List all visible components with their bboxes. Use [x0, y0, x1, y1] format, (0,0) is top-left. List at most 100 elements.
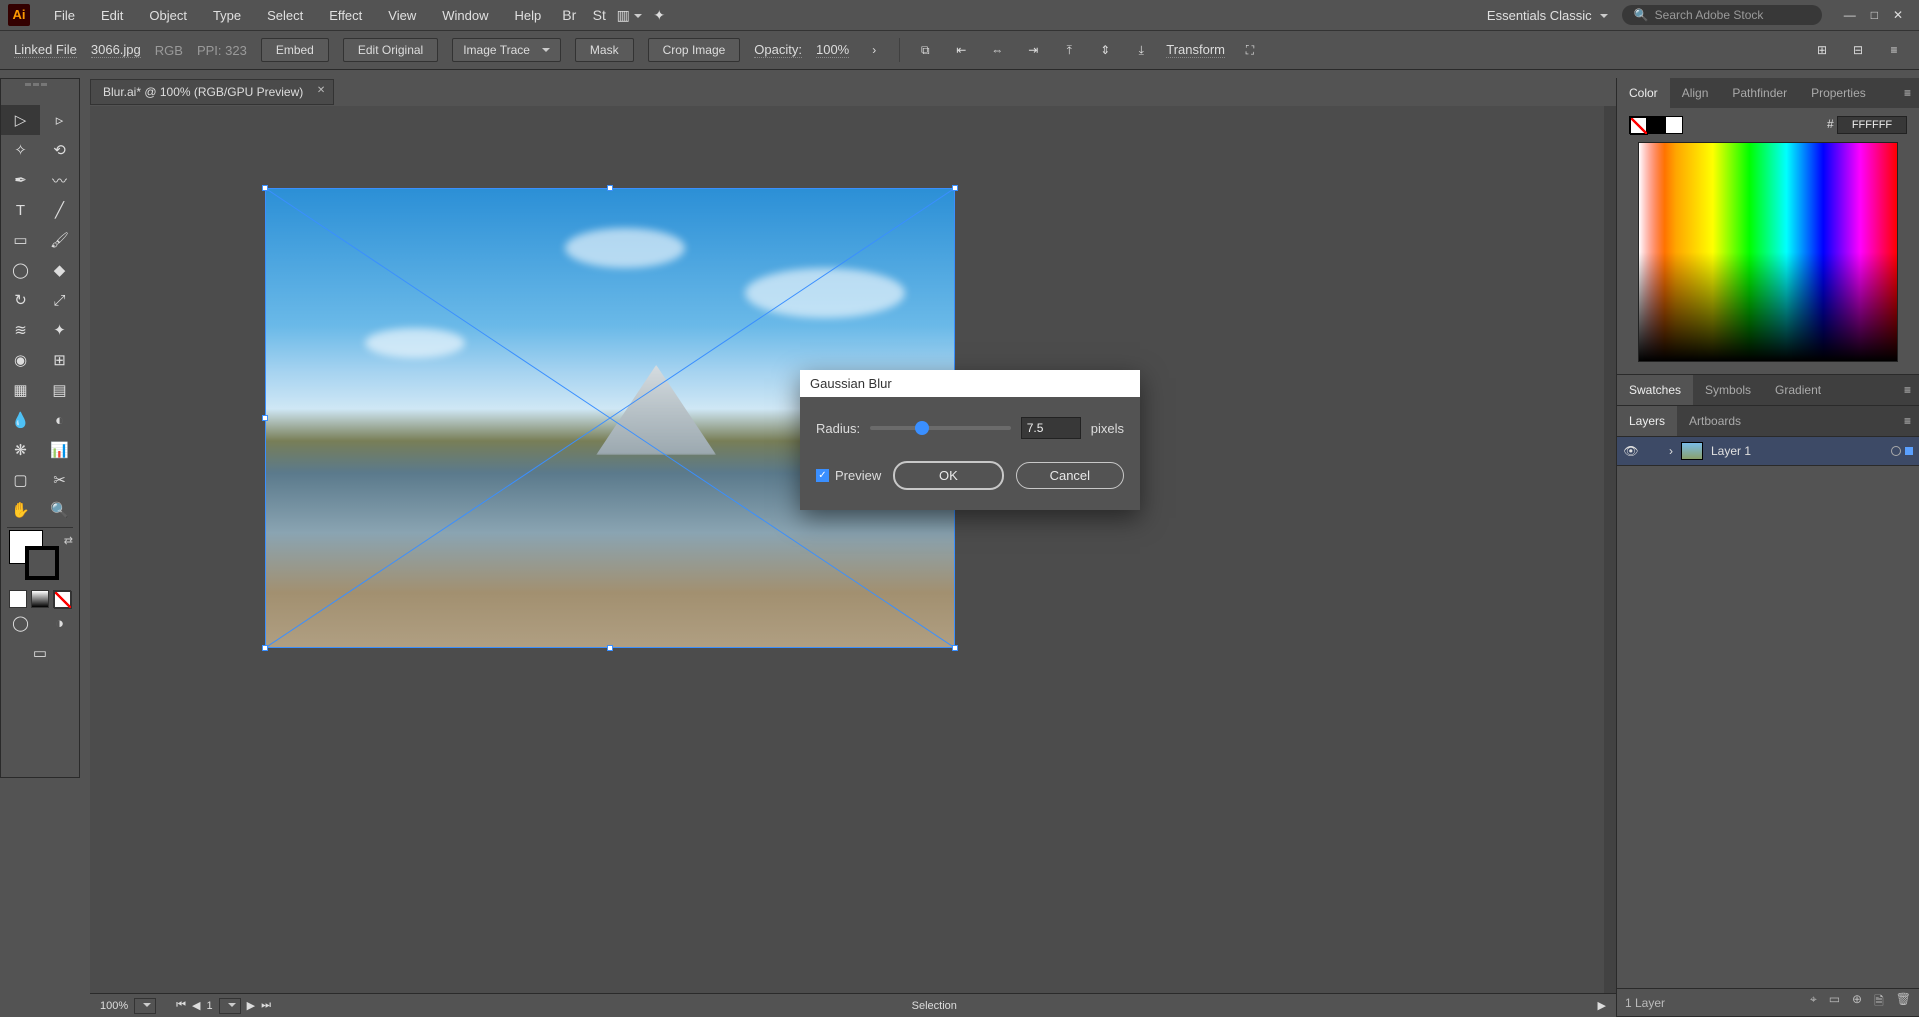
linked-filename[interactable]: 3066.jpg: [91, 42, 141, 58]
color-spectrum[interactable]: [1638, 142, 1898, 362]
menu-window[interactable]: Window: [430, 4, 500, 27]
status-play-icon[interactable]: ▶: [1598, 999, 1606, 1012]
radius-slider[interactable]: [870, 426, 1011, 430]
artboard-last-icon[interactable]: ⏭: [261, 999, 271, 1012]
panel-menu-icon[interactable]: ≡: [1896, 414, 1919, 428]
layer-name[interactable]: Layer 1: [1711, 444, 1751, 458]
free-transform-tool[interactable]: ✦: [40, 315, 79, 345]
toolbar-grip[interactable]: [25, 83, 55, 87]
slice-tool[interactable]: ✂: [40, 465, 79, 495]
hand-tool[interactable]: ✋: [1, 495, 40, 525]
arrange-docs-icon[interactable]: ▥: [619, 5, 639, 25]
lasso-tool[interactable]: ⟲: [40, 135, 79, 165]
isolate-icon[interactable]: ⛶: [1239, 39, 1261, 61]
bridge-icon[interactable]: Br: [559, 5, 579, 25]
delete-layer-icon[interactable]: 🗑: [1896, 992, 1911, 1013]
stock-icon[interactable]: St: [589, 5, 609, 25]
paintbrush-tool[interactable]: 🖌: [40, 225, 79, 255]
ok-button[interactable]: OK: [893, 461, 1003, 490]
hex-input[interactable]: [1837, 116, 1907, 134]
align-right-icon[interactable]: ⇥: [1022, 39, 1044, 61]
canvas-area[interactable]: [90, 106, 1616, 993]
tab-swatches[interactable]: Swatches: [1617, 375, 1693, 405]
artboard-tool[interactable]: ▢: [1, 465, 40, 495]
align-top-icon[interactable]: ⤒: [1058, 39, 1080, 61]
align-bottom-icon[interactable]: ⤓: [1130, 39, 1152, 61]
menu-help[interactable]: Help: [502, 4, 553, 27]
artboard-prev-icon[interactable]: ◀: [192, 999, 200, 1012]
artboard-number[interactable]: 1: [207, 1000, 213, 1012]
edit-original-button[interactable]: Edit Original: [343, 38, 438, 62]
make-clipping-icon[interactable]: ▭: [1829, 992, 1840, 1013]
artboard-first-icon[interactable]: ⏮: [176, 999, 186, 1012]
disclosure-icon[interactable]: ›: [1669, 444, 1673, 458]
menu-view[interactable]: View: [376, 4, 428, 27]
gradient-tool[interactable]: ▤: [40, 375, 79, 405]
menu-edit[interactable]: Edit: [89, 4, 135, 27]
selection-tool[interactable]: ▷: [1, 105, 40, 135]
cancel-button[interactable]: Cancel: [1016, 462, 1124, 489]
menu-file[interactable]: File: [42, 4, 87, 27]
draw-behind-icon[interactable]: ◑: [40, 608, 79, 638]
zoom-dropdown[interactable]: [134, 998, 156, 1014]
menu-effect[interactable]: Effect: [317, 4, 374, 27]
locate-object-icon[interactable]: ⌖: [1810, 992, 1817, 1013]
swap-fill-stroke-icon[interactable]: ⇄: [64, 534, 73, 547]
direct-selection-tool[interactable]: ▹: [40, 105, 79, 135]
shaper-tool[interactable]: ◯: [1, 255, 40, 285]
embed-button[interactable]: Embed: [261, 38, 329, 62]
color-mode-icon[interactable]: [9, 590, 27, 608]
dialog-title[interactable]: Gaussian Blur: [800, 370, 1140, 397]
maximize-button[interactable]: □: [1871, 8, 1878, 22]
gpu-icon[interactable]: ✦: [649, 5, 669, 25]
new-sublayer-icon[interactable]: ⊕: [1852, 992, 1862, 1013]
mesh-tool[interactable]: ▦: [1, 375, 40, 405]
layer-row[interactable]: 👁 › Layer 1: [1617, 436, 1919, 466]
new-layer-icon[interactable]: 🗎: [1874, 992, 1884, 1013]
tab-properties[interactable]: Properties: [1799, 78, 1878, 108]
slider-thumb[interactable]: [915, 421, 929, 435]
mask-button[interactable]: Mask: [575, 38, 634, 62]
fill-stroke-control[interactable]: ⇄: [9, 530, 79, 590]
scale-tool[interactable]: ⤢: [40, 285, 79, 315]
visibility-icon[interactable]: 👁: [1623, 444, 1639, 458]
width-tool[interactable]: ≋: [1, 315, 40, 345]
zoom-value[interactable]: 100%: [100, 1000, 128, 1012]
symbol-sprayer-tool[interactable]: ❋: [1, 435, 40, 465]
radius-input[interactable]: [1021, 417, 1081, 439]
tab-gradient[interactable]: Gradient: [1763, 375, 1833, 405]
vertical-scrollbar[interactable]: [1604, 106, 1616, 993]
zoom-tool[interactable]: 🔍: [40, 495, 79, 525]
target-icon[interactable]: [1891, 446, 1901, 456]
menu-type[interactable]: Type: [201, 4, 253, 27]
align-left-icon[interactable]: ⇤: [950, 39, 972, 61]
chevron-right-icon[interactable]: ›: [863, 39, 885, 61]
image-trace-dropdown[interactable]: Image Trace: [452, 38, 561, 62]
blend-tool[interactable]: ◐: [40, 405, 79, 435]
perspective-tool[interactable]: ⊞: [40, 345, 79, 375]
panel-menu-icon[interactable]: ≡: [1896, 383, 1919, 397]
align-to-icon[interactable]: ⧉: [914, 39, 936, 61]
tab-layers[interactable]: Layers: [1617, 406, 1677, 436]
menu-select[interactable]: Select: [255, 4, 315, 27]
draw-normal-icon[interactable]: ◯: [1, 608, 40, 638]
gradient-mode-icon[interactable]: [31, 590, 49, 608]
panel-toggle2-icon[interactable]: ⊟: [1847, 39, 1869, 61]
none-mode-icon[interactable]: [53, 590, 71, 608]
preview-checkbox[interactable]: ✓ Preview: [816, 468, 881, 483]
screen-mode-icon[interactable]: ▭: [1, 638, 79, 668]
pen-tool[interactable]: ✒: [1, 165, 40, 195]
workspace-switcher[interactable]: Essentials Classic: [1487, 8, 1608, 23]
line-tool[interactable]: ╱: [40, 195, 79, 225]
minimize-button[interactable]: —: [1844, 8, 1856, 22]
align-vcenter-icon[interactable]: ⇕: [1094, 39, 1116, 61]
panel-menu-icon[interactable]: ≡: [1883, 39, 1905, 61]
curvature-tool[interactable]: 〰: [40, 165, 79, 195]
align-hcenter-icon[interactable]: ⇔: [986, 39, 1008, 61]
tab-symbols[interactable]: Symbols: [1693, 375, 1763, 405]
tab-align[interactable]: Align: [1670, 78, 1721, 108]
panel-menu-icon[interactable]: ≡: [1896, 86, 1919, 100]
document-tab[interactable]: Blur.ai* @ 100% (RGB/GPU Preview) ✕: [90, 79, 334, 105]
close-window-button[interactable]: ✕: [1893, 8, 1903, 22]
stroke-swatch[interactable]: [25, 546, 59, 580]
